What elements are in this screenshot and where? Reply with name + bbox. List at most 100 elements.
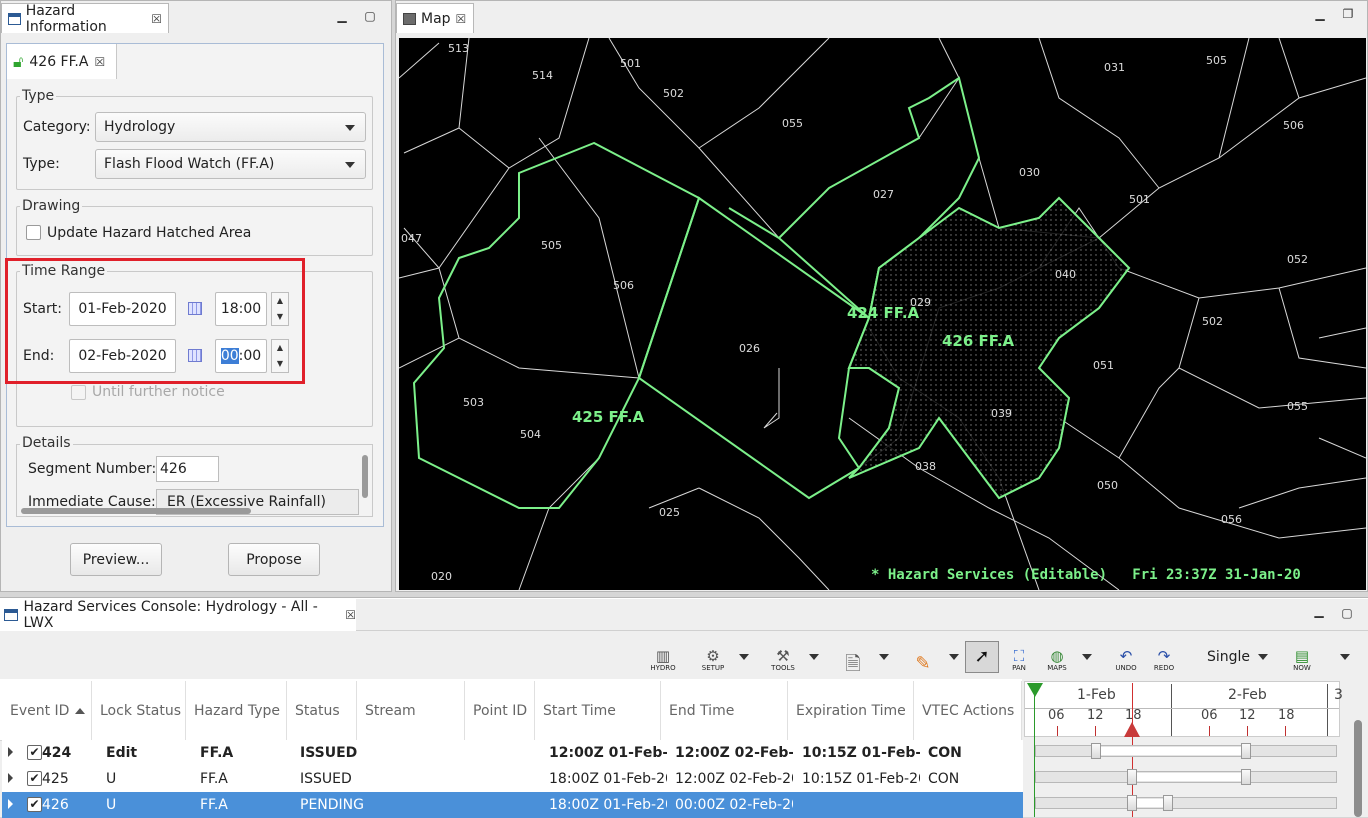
- table-row[interactable]: ✔ 426 U FF.A PENDING 18:00Z 01-Feb-20 00:00Z 0…: [2, 792, 1023, 818]
- table-row[interactable]: ✔ 425 U FF.A ISSUED 18:00Z 01-Feb-20 12:00Z 02…: [2, 766, 1023, 792]
- hydro-label: HYDRO: [650, 664, 676, 672]
- hazard-info-tab[interactable]: Hazard Information ☒: [1, 3, 169, 35]
- undo-button[interactable]: ↶ UNDO: [1109, 642, 1143, 672]
- column-label: Point ID: [473, 703, 528, 719]
- timeline-bar[interactable]: [1096, 747, 1246, 755]
- timeline-track[interactable]: [1035, 795, 1337, 811]
- chevron-down-icon[interactable]: [1340, 654, 1350, 660]
- timeline-start-marker[interactable]: [1027, 683, 1043, 697]
- row-checkbox[interactable]: ✔: [27, 797, 42, 812]
- zone-label: 505: [541, 239, 562, 252]
- zone-label: 504: [520, 428, 541, 441]
- column-start-time[interactable]: Start Time: [535, 681, 661, 741]
- horizontal-scrollbar[interactable]: [21, 508, 251, 514]
- column-vtec-actions[interactable]: VTEC Actions: [914, 681, 1022, 741]
- minimize-icon[interactable]: ▁: [1312, 604, 1326, 618]
- timeline-header: 1-Feb 2-Feb 3 06 12 18 06 12 18: [1024, 681, 1343, 737]
- column-hazard-type[interactable]: Hazard Type: [186, 681, 287, 741]
- minimize-icon[interactable]: ▁: [1313, 7, 1327, 21]
- timeline-handle[interactable]: [1127, 795, 1137, 811]
- close-icon[interactable]: ☒: [151, 12, 162, 26]
- column-expiration-time[interactable]: Expiration Time: [788, 681, 914, 741]
- hazard-label-425: 425 FF.A: [572, 408, 645, 426]
- minimize-icon[interactable]: ▁: [335, 9, 349, 23]
- zone-label: 026: [739, 342, 760, 355]
- pan-button[interactable]: ⛶ PAN: [1002, 642, 1036, 672]
- column-label: Event ID: [10, 703, 70, 719]
- tick-label: 18: [1278, 708, 1295, 723]
- pencil-icon: ✎: [915, 653, 931, 674]
- maximize-icon[interactable]: ▢: [1340, 606, 1354, 620]
- close-icon[interactable]: ☒: [94, 55, 105, 69]
- close-icon[interactable]: ☒: [345, 608, 356, 622]
- now-button[interactable]: ▤ NOW: [1285, 642, 1319, 672]
- vertical-scrollbar[interactable]: [362, 455, 368, 498]
- expand-icon[interactable]: [8, 799, 13, 809]
- map-canvas[interactable]: 424 FF.A 426 FF.A 425 FF.A * Hazard Serv…: [399, 38, 1366, 590]
- preview-label: Preview...: [82, 551, 150, 568]
- restore-icon[interactable]: ❐: [1341, 7, 1355, 21]
- category-select[interactable]: Hydrology: [95, 112, 366, 142]
- unlock-icon: 🔓︎: [13, 51, 24, 71]
- timeline-track[interactable]: [1035, 769, 1337, 785]
- row-checkbox[interactable]: ✔: [27, 745, 42, 760]
- column-point-id[interactable]: Point ID: [465, 681, 535, 741]
- draw-button[interactable]: ✎: [906, 642, 940, 674]
- timeline-handle[interactable]: [1241, 743, 1251, 759]
- cell-lock: Edit: [106, 745, 138, 761]
- update-hatched-checkbox[interactable]: [26, 225, 41, 240]
- product-button[interactable]: 🗎︎: [836, 642, 870, 674]
- maps-label: MAPS: [1047, 664, 1067, 672]
- chevron-down-icon: [345, 125, 355, 131]
- map-tab[interactable]: Map ☒: [396, 3, 474, 33]
- selection-mode-select[interactable]: Single: [1200, 644, 1272, 670]
- hazard-label-424: 424 FF.A: [847, 304, 920, 322]
- column-lock-status[interactable]: Lock Status: [92, 681, 186, 741]
- chevron-down-icon[interactable]: [809, 654, 819, 660]
- chevron-down-icon[interactable]: [879, 654, 889, 660]
- type-select[interactable]: Flash Flood Watch (FF.A): [95, 149, 366, 179]
- close-icon[interactable]: ☒: [456, 12, 467, 26]
- segment-field[interactable]: 426: [156, 456, 219, 482]
- until-further-checkbox[interactable]: [71, 385, 86, 400]
- column-status[interactable]: Status: [287, 681, 357, 741]
- chevron-down-icon[interactable]: [949, 654, 959, 660]
- timeline-handle[interactable]: [1241, 769, 1251, 785]
- current-time-marker[interactable]: [1124, 722, 1140, 737]
- cell-exp: [802, 792, 920, 818]
- setup-label: SETUP: [701, 664, 725, 672]
- maximize-icon[interactable]: ▢: [363, 9, 377, 23]
- column-end-time[interactable]: End Time: [661, 681, 788, 741]
- table-row[interactable]: ✔424 Edit FF.A ISSUED 12:00Z 01-Feb-20 12:00Z…: [2, 740, 1023, 766]
- setup-button[interactable]: ⚙ SETUP: [696, 642, 730, 672]
- chevron-down-icon[interactable]: [739, 654, 749, 660]
- row-checkbox[interactable]: ✔: [27, 771, 42, 786]
- tick-mark: [1095, 726, 1096, 736]
- timeline-bar[interactable]: [1132, 773, 1246, 781]
- preview-button[interactable]: Preview...: [70, 543, 162, 576]
- cell-id: 425: [42, 771, 69, 787]
- event-tab[interactable]: 🔓︎ 426 FF.A ☒: [7, 44, 117, 79]
- console-tab[interactable]: Hazard Services Console: Hydrology - All…: [0, 599, 356, 631]
- timeline-handle[interactable]: [1163, 795, 1173, 811]
- timeline-handle[interactable]: [1091, 743, 1101, 759]
- redo-button[interactable]: ↷ REDO: [1147, 642, 1181, 672]
- cell-point: [479, 740, 541, 766]
- propose-button[interactable]: Propose: [228, 543, 320, 576]
- tools-button[interactable]: ⚒ TOOLS: [766, 642, 800, 672]
- timeline-handle[interactable]: [1127, 769, 1137, 785]
- maps-button[interactable]: ◍ MAPS: [1040, 642, 1074, 672]
- cell-point: [479, 792, 541, 818]
- zone-label: 501: [620, 57, 641, 70]
- zone-label: 502: [1202, 315, 1223, 328]
- timeline-track[interactable]: [1035, 743, 1337, 759]
- column-event-id[interactable]: Event ID: [2, 681, 92, 741]
- chevron-down-icon[interactable]: [1082, 654, 1092, 660]
- column-stream[interactable]: Stream: [357, 681, 465, 741]
- hydro-button[interactable]: ▥ HYDRO: [646, 642, 680, 672]
- expand-icon[interactable]: [8, 747, 13, 757]
- table-scrollbar[interactable]: [1354, 720, 1362, 817]
- map-svg[interactable]: 424 FF.A 426 FF.A 425 FF.A * Hazard Serv…: [399, 38, 1366, 590]
- select-button[interactable]: ➚: [965, 641, 999, 673]
- expand-icon[interactable]: [8, 773, 13, 783]
